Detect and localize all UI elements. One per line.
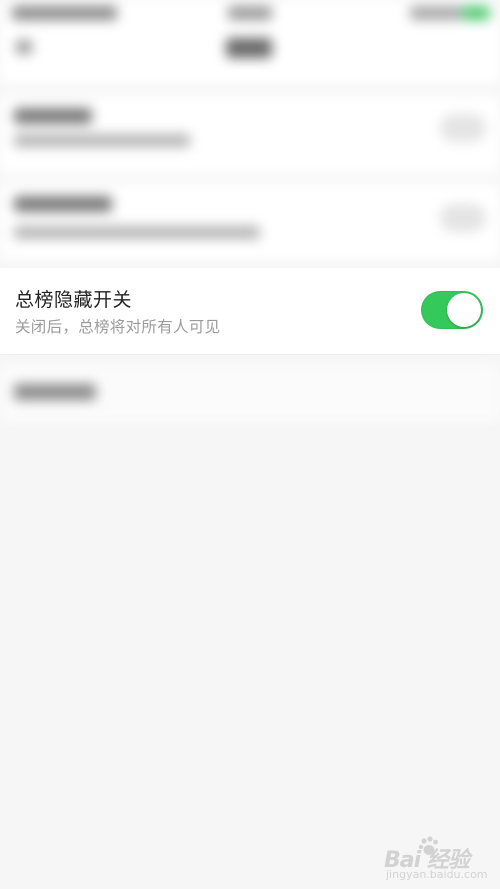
watermark-url: jingyan.baidu.com (386, 868, 488, 881)
blurred-header-text (228, 6, 272, 20)
toggle-knob[interactable] (447, 293, 481, 327)
blurred-toggle (440, 204, 486, 232)
blurred-row-title (14, 196, 112, 212)
blurred-row-title (14, 384, 96, 400)
blurred-header-accent (462, 6, 490, 20)
setting-title: 总榜隐藏开关 (15, 289, 133, 311)
baidu-jingyan-watermark: Bai 经验 jingyan.baidu.com (380, 836, 496, 884)
blurred-row-subtitle (14, 134, 190, 147)
blurred-row-subtitle (14, 226, 260, 239)
blurred-header-text (12, 6, 117, 20)
blurred-header-text (410, 6, 462, 20)
paw-icon (418, 836, 438, 855)
blurred-setting-row (0, 96, 500, 174)
blurred-header (0, 0, 500, 84)
blurred-toggle (440, 114, 486, 142)
setting-subtitle: 关闭后，总榜将对所有人可见 (15, 318, 221, 336)
blurred-header-text (16, 40, 32, 54)
blurred-header-text (226, 38, 272, 58)
blurred-setting-row (0, 184, 500, 260)
hide-leaderboard-toggle[interactable] (421, 291, 483, 329)
blurred-setting-row (0, 364, 500, 422)
blurred-row-title (14, 108, 92, 124)
